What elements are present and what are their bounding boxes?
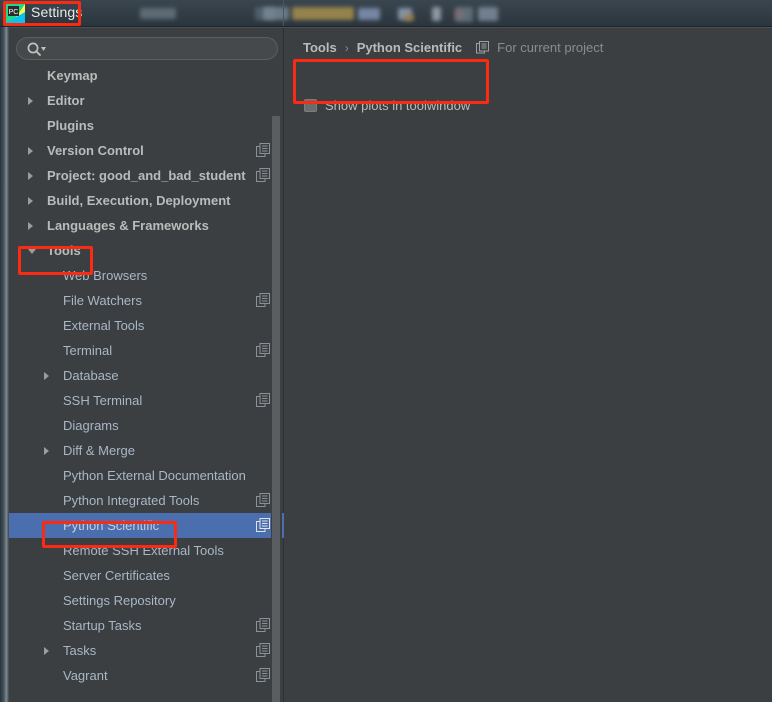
tree-item-label: Plugins [47, 118, 94, 133]
tree-item-python-external-documentation[interactable]: Python External Documentation [9, 463, 284, 488]
tree-item-label: Tasks [63, 643, 97, 658]
copy-settings-icon[interactable] [256, 493, 270, 507]
tree-item-database[interactable]: Database [9, 363, 284, 388]
dialog-title: Settings [31, 4, 83, 20]
chevron-down-icon[interactable] [28, 249, 36, 254]
tree-item-label: Build, Execution, Deployment [47, 193, 231, 208]
tree-item-keymap[interactable]: Keymap [9, 63, 284, 88]
tree-item-label: Vagrant [63, 668, 108, 683]
ide-left-edge [0, 27, 9, 702]
chevron-right-icon[interactable] [44, 647, 49, 655]
tree-item-languages-frameworks[interactable]: Languages & Frameworks [9, 213, 284, 238]
tree-item-label: File Watchers [63, 293, 142, 308]
tree-item-build-execution-deployment[interactable]: Build, Execution, Deployment [9, 188, 284, 213]
chevron-right-icon[interactable] [28, 222, 33, 230]
tree-item-label: Keymap [47, 68, 98, 83]
screen: PC Settings Keymap Editor Plugins Versio… [0, 0, 772, 702]
copy-settings-icon[interactable] [256, 168, 270, 182]
breadcrumb-parent[interactable]: Tools [303, 40, 337, 55]
copy-settings-icon[interactable] [256, 643, 270, 657]
tree-item-label: Remote SSH External Tools [63, 543, 224, 558]
tree-item-label: Python External Documentation [63, 468, 246, 483]
tree-scrollbar-thumb[interactable] [272, 116, 280, 702]
tree-item-web-browsers[interactable]: Web Browsers [9, 263, 284, 288]
chevron-right-icon[interactable] [28, 197, 33, 205]
chevron-right-icon[interactable] [44, 447, 49, 455]
copy-settings-icon[interactable] [256, 393, 270, 407]
tree-item-label: Diff & Merge [63, 443, 136, 458]
tree-item-terminal[interactable]: Terminal [9, 338, 284, 363]
breadcrumb-scope-note: For current project [497, 40, 604, 55]
breadcrumb-separator-icon: › [344, 40, 349, 55]
tree-item-python-scientific[interactable]: Python Scientific [9, 513, 284, 538]
breadcrumb: Tools › Python Scientific For current pr… [303, 40, 603, 55]
show-plots-checkbox[interactable] [304, 99, 317, 112]
copy-settings-icon[interactable] [256, 293, 270, 307]
tree-item-label: Version Control [47, 143, 144, 158]
tree-item-settings-repository[interactable]: Settings Repository [9, 588, 284, 613]
option-show-plots-row[interactable]: Show plots in toolwindow [304, 98, 470, 113]
tree-item-diff-merge[interactable]: Diff & Merge [9, 438, 284, 463]
tree-item-label: Python Scientific [63, 518, 160, 533]
tree-item-label: External Tools [63, 318, 145, 333]
tree-item-label: Startup Tasks [63, 618, 142, 633]
copy-settings-icon[interactable] [256, 343, 270, 357]
tree-item-tasks[interactable]: Tasks [9, 638, 284, 663]
search-box[interactable] [16, 37, 278, 60]
tree-item-label: Server Certificates [63, 568, 170, 583]
tree-item-external-tools[interactable]: External Tools [9, 313, 284, 338]
tree-item-ssh-terminal[interactable]: SSH Terminal [9, 388, 284, 413]
tree-item-python-integrated-tools[interactable]: Python Integrated Tools [9, 488, 284, 513]
tree-item-tools[interactable]: Tools [9, 238, 284, 263]
copy-settings-icon[interactable] [256, 668, 270, 682]
tree-item-label: Terminal [63, 343, 113, 358]
search-field-wrapper[interactable] [16, 37, 278, 60]
tree-item-file-watchers[interactable]: File Watchers [9, 288, 284, 313]
search-input[interactable] [51, 38, 269, 59]
tree-item-label: Settings Repository [63, 593, 176, 608]
tree-item-label: Python Integrated Tools [63, 493, 200, 508]
settings-content-panel: Tools › Python Scientific For current pr… [285, 28, 772, 702]
tree-item-label: Project: good_and_bad_student [47, 168, 246, 183]
tree-item-project-good-and-bad-student[interactable]: Project: good_and_bad_student [9, 163, 284, 188]
chevron-right-icon[interactable] [44, 372, 49, 380]
tree-item-startup-tasks[interactable]: Startup Tasks [9, 613, 284, 638]
settings-dialog: PC Settings Keymap Editor Plugins Versio… [6, 0, 772, 702]
tree-item-plugins[interactable]: Plugins [9, 113, 284, 138]
copy-settings-icon[interactable] [476, 41, 490, 54]
tree-item-label: Diagrams [63, 418, 119, 433]
tree-item-label: Tools [47, 243, 81, 258]
tree-item-diagrams[interactable]: Diagrams [9, 413, 284, 438]
chevron-right-icon[interactable] [28, 172, 33, 180]
tree-item-label: Database [63, 368, 119, 383]
tree-item-vagrant[interactable]: Vagrant [9, 663, 284, 688]
copy-settings-icon[interactable] [256, 518, 270, 532]
tree-item-editor[interactable]: Editor [9, 88, 284, 113]
tree-item-label: SSH Terminal [63, 393, 143, 408]
chevron-right-icon[interactable] [28, 147, 33, 155]
svg-text:PC: PC [9, 9, 19, 16]
tree-item-label: Languages & Frameworks [47, 218, 209, 233]
copy-settings-icon[interactable] [256, 143, 270, 157]
settings-tree-panel: Keymap Editor Plugins Version Control Projec… [9, 28, 284, 702]
settings-tree[interactable]: Keymap Editor Plugins Version Control Projec… [9, 63, 284, 702]
dialog-titlebar: PC Settings [0, 0, 772, 27]
copy-settings-icon[interactable] [256, 618, 270, 632]
search-icon[interactable] [26, 41, 48, 57]
pycharm-icon: PC [6, 4, 25, 23]
show-plots-label: Show plots in toolwindow [325, 98, 471, 113]
tree-scrollbar-track[interactable] [271, 63, 282, 702]
tree-item-version-control[interactable]: Version Control [9, 138, 284, 163]
tree-item-label: Editor [47, 93, 85, 108]
breadcrumb-current: Python Scientific [356, 40, 463, 55]
dialog-body: Keymap Editor Plugins Version Control Projec… [9, 27, 772, 702]
chevron-right-icon[interactable] [28, 97, 33, 105]
tree-item-label: Web Browsers [63, 268, 148, 283]
tree-item-server-certificates[interactable]: Server Certificates [9, 563, 284, 588]
tree-item-remote-ssh-external-tools[interactable]: Remote SSH External Tools [9, 538, 284, 563]
